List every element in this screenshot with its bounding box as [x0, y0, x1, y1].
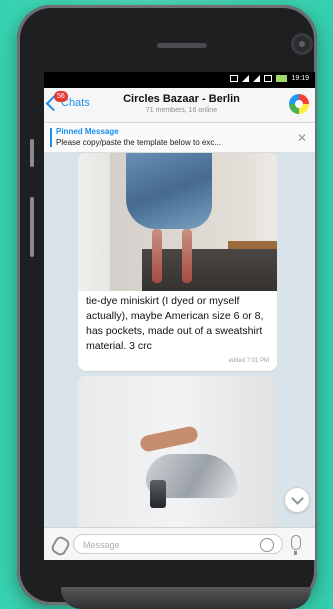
app-screen: 19:19 Chats 56 Circles Bazaar - Berlin 7…: [44, 72, 315, 560]
photo-leg: [152, 229, 162, 283]
pinned-accent-line: [50, 128, 52, 147]
message-notification-icon: [230, 75, 239, 82]
message-input-bar: Message: [44, 527, 315, 560]
battery-icon: [276, 75, 288, 82]
signal-icon: [242, 75, 250, 82]
photo-doormat: [142, 249, 277, 291]
pinned-text: Please copy/paste the template below to …: [56, 138, 221, 147]
microphone-icon[interactable]: [291, 535, 301, 555]
close-icon[interactable]: ✕: [297, 131, 307, 145]
group-avatar[interactable]: [289, 94, 309, 114]
photo-leg: [182, 229, 192, 283]
status-time: 19:19: [291, 75, 309, 82]
phone-bottom-edge: [61, 587, 311, 609]
chat-area[interactable]: tie-dye miniskirt (I dyed or myself actu…: [44, 153, 315, 527]
earpiece-speaker: [157, 43, 207, 48]
front-camera-icon: [294, 36, 310, 52]
wifi-icon: [253, 75, 261, 82]
nfc-icon: [264, 75, 273, 82]
paperclip-icon[interactable]: [49, 534, 72, 558]
sticker-icon[interactable]: [260, 538, 274, 552]
status-bar: 19:19: [44, 72, 315, 88]
scroll-down-button[interactable]: [284, 487, 310, 513]
message-photo[interactable]: [78, 376, 277, 527]
volume-up-button[interactable]: [30, 139, 34, 167]
message-meta: edited 7:01 PM: [228, 358, 269, 364]
photo-skirt: [126, 153, 212, 229]
volume-down-button[interactable]: [30, 197, 34, 257]
unread-badge: 56: [54, 91, 68, 102]
photo-hand: [138, 425, 200, 453]
message-text: tie-dye miniskirt (I dyed or myself actu…: [86, 295, 264, 352]
message-input[interactable]: Message: [73, 534, 283, 554]
photo-heel: [150, 480, 166, 508]
chat-title[interactable]: Circles Bazaar - Berlin: [99, 93, 264, 105]
message-bubble[interactable]: tie-dye miniskirt (I dyed or myself actu…: [78, 153, 277, 371]
pinned-title: Pinned Message: [56, 127, 119, 136]
pinned-message-bar[interactable]: Pinned Message Please copy/paste the tem…: [44, 123, 315, 153]
chat-subtitle: 71 members, 16 online: [145, 107, 218, 114]
message-bubble[interactable]: [78, 376, 277, 527]
chat-header: Chats 56 Circles Bazaar - Berlin 71 memb…: [44, 88, 315, 123]
message-photo[interactable]: [78, 153, 277, 291]
